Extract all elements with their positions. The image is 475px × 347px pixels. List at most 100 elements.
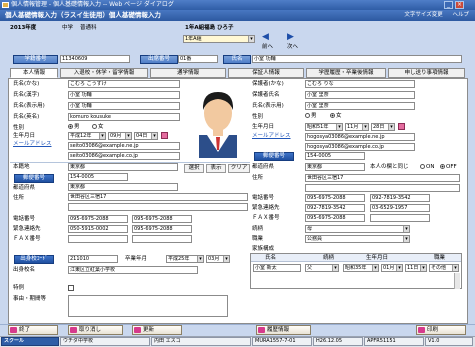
update-button[interactable]: 更新 xyxy=(132,325,182,335)
addr-input[interactable]: 世田谷区三宿17 xyxy=(68,193,248,201)
guardian-pref-input[interactable]: 東京都 xyxy=(305,163,365,171)
kana-input[interactable]: こむろ こうすけ xyxy=(68,80,180,88)
guardian-female-radio[interactable]: 女 xyxy=(330,113,342,120)
honseki-input[interactable]: 東京都 xyxy=(68,163,178,171)
guardian-fax-input[interactable]: 095-6975-2088 xyxy=(305,214,365,222)
close-button[interactable]: 終了 xyxy=(8,325,58,335)
tel-input[interactable]: 095-6975-2088 xyxy=(68,215,128,223)
guardian-zip-input[interactable]: 154-0005 xyxy=(305,152,365,160)
tab-personal[interactable]: 本人情報 xyxy=(10,68,58,78)
status-school: ウチダ中学校 xyxy=(60,337,150,346)
tab-education-history[interactable]: 学歴履歴・卒業後情報 xyxy=(306,68,386,78)
roman-name-input[interactable]: komuro kousuke xyxy=(68,113,180,121)
tab-notes[interactable]: 申し送り事項情報 xyxy=(388,68,465,78)
guardian-mail1-input[interactable]: hogosya03086@example.ne.jp xyxy=(305,133,415,141)
next-button[interactable]: 次へ xyxy=(287,44,298,51)
mail2-input[interactable]: seito03086@example.co.jp xyxy=(68,152,180,160)
close-window-button[interactable]: × xyxy=(455,1,464,9)
addr2-input[interactable] xyxy=(68,203,248,211)
birth-day-select[interactable]: 04日 xyxy=(134,132,158,140)
class-select[interactable]: 1年A組 xyxy=(183,35,255,43)
tab-enrollment[interactable]: 入退校・休学・留学情報 xyxy=(60,68,148,78)
prev-button[interactable]: 前へ xyxy=(262,44,273,51)
job-select[interactable]: 公務員 xyxy=(305,235,410,243)
school-code-button[interactable]: 出身校ｺｰﾄﾞ xyxy=(14,255,54,264)
birth-month-select[interactable]: 09月 xyxy=(108,132,132,140)
tel2-input[interactable]: 095-6975-2088 xyxy=(132,215,192,223)
guardian-addr2-input[interactable] xyxy=(305,184,460,192)
family-day-select[interactable]: 11日 xyxy=(405,264,427,272)
emergency-input[interactable]: 050-5915-0002 xyxy=(68,225,128,233)
guardian-day-select[interactable]: 28日 xyxy=(371,123,395,131)
guardian-emergency2-input[interactable]: 03-6529-1957 xyxy=(370,204,430,212)
zip-input[interactable]: 154-0005 xyxy=(68,173,128,181)
gender-male-radio[interactable]: 男 xyxy=(68,124,80,131)
guardian-calendar-icon[interactable] xyxy=(398,123,405,130)
family-era-select[interactable]: 昭和35年 xyxy=(343,264,379,272)
help-link[interactable]: ヘルプ xyxy=(452,10,469,21)
guardian-month-select[interactable]: 11月 xyxy=(345,123,369,131)
screen-title: 個人基礎情報入力（ラスイ生徒用）個人基礎情報入力 xyxy=(5,11,161,19)
family-name-input[interactable]: 小室 新太 xyxy=(253,264,301,272)
photo-select-button[interactable]: 選択 xyxy=(184,164,204,173)
reason-textarea[interactable] xyxy=(68,295,228,317)
special-checkbox[interactable] xyxy=(68,285,74,291)
school-code-input[interactable]: 211010 xyxy=(68,255,118,263)
tab-guardian[interactable]: 保証人情報 xyxy=(228,68,304,78)
mail-label[interactable]: メールアドレス xyxy=(13,141,52,148)
guardian-fax2-input[interactable] xyxy=(370,214,430,222)
grad-month-select[interactable]: 03月 xyxy=(206,255,230,263)
school-name-input[interactable]: 江東区立紅葉小学校 xyxy=(68,266,198,274)
display-name-input[interactable]: 小室 功輔 xyxy=(68,102,180,110)
same-on-radio[interactable]: ON xyxy=(420,164,434,171)
reason-label: 事由・期間等 xyxy=(13,296,47,302)
tab-commute[interactable]: 通学情報 xyxy=(150,68,226,78)
pref-input[interactable]: 東京都 xyxy=(68,183,178,191)
fax-input[interactable] xyxy=(68,235,128,243)
pref-label: 都道府県 xyxy=(13,185,36,191)
gender-female-radio[interactable]: 女 xyxy=(92,124,104,131)
roman-label: 氏名(英名) xyxy=(13,114,40,120)
grad-era-select[interactable]: 平成25年 xyxy=(166,255,204,263)
photo-show-button[interactable]: 表示 xyxy=(206,164,226,173)
history-button[interactable]: 履歴情報 xyxy=(256,325,311,335)
mail1-input[interactable]: seito03086@example.ne.jp xyxy=(68,142,180,150)
prev-arrow-icon[interactable]: ◀ xyxy=(262,33,269,42)
birth-era-select[interactable]: 平成12年 xyxy=(68,132,106,140)
guardian-zip-button[interactable]: 郵便番号 xyxy=(254,152,294,161)
attendance-field: 01番 xyxy=(178,55,218,63)
student-header: 2013年度 中学 普通科 1年A組福島 ひろ子 1年A組 ◀ ▶ 前へ 次へ xyxy=(0,21,475,54)
fax2-input[interactable] xyxy=(132,235,192,243)
print-button[interactable]: 印刷 xyxy=(416,325,466,335)
menu-actions: 文字サイズ変更 ヘルプ xyxy=(396,10,469,21)
guardian-emergency-label: 緊急連絡先 xyxy=(252,205,280,211)
student-no-field: 11340609 xyxy=(60,55,130,63)
guardian-name-input[interactable]: 小室 里奈 xyxy=(305,91,415,99)
guardian-tel2-input[interactable]: 092-7819-3542 xyxy=(370,194,430,202)
minimize-button[interactable]: _ xyxy=(444,1,453,9)
relation-select[interactable]: 母 xyxy=(305,225,410,233)
guardian-mail2-input[interactable]: hogosya03086@example.co.jp xyxy=(305,143,415,151)
calendar-icon[interactable] xyxy=(161,132,168,139)
same-off-radio[interactable]: OFF xyxy=(440,164,457,171)
guardian-era-select[interactable]: 昭和51年 xyxy=(305,123,343,131)
kanji-input[interactable]: 小室 功輔 xyxy=(68,91,180,99)
zip-button[interactable]: 郵便番号 xyxy=(14,174,54,183)
family-job-select[interactable]: その他 xyxy=(429,264,459,272)
guardian-kana-input[interactable]: こむろ りな xyxy=(305,80,415,88)
table-scrollbar[interactable] xyxy=(454,273,460,289)
guardian-emergency-input[interactable]: 092-7819-3542 xyxy=(305,204,365,212)
guardian-display-input[interactable]: 小室 里奈 xyxy=(305,102,415,110)
next-arrow-icon[interactable]: ▶ xyxy=(287,33,294,42)
emergency2-input[interactable]: 095-6975-2088 xyxy=(132,225,192,233)
guardian-tel-input[interactable]: 095-6975-2088 xyxy=(305,194,365,202)
family-relation-select[interactable]: 父 xyxy=(305,264,339,272)
guardian-male-radio[interactable]: 男 xyxy=(305,113,317,120)
undo-button[interactable]: 取り消し xyxy=(68,325,123,335)
guardian-addr-input[interactable]: 世田谷区三宿17 xyxy=(305,174,460,182)
photo-clear-button[interactable]: クリア xyxy=(228,164,250,173)
family-month-select[interactable]: 01月 xyxy=(381,264,403,272)
guardian-mail-label[interactable]: メールアドレス xyxy=(252,133,291,140)
close-icon xyxy=(10,327,17,333)
font-size-link[interactable]: 文字サイズ変更 xyxy=(404,10,442,21)
